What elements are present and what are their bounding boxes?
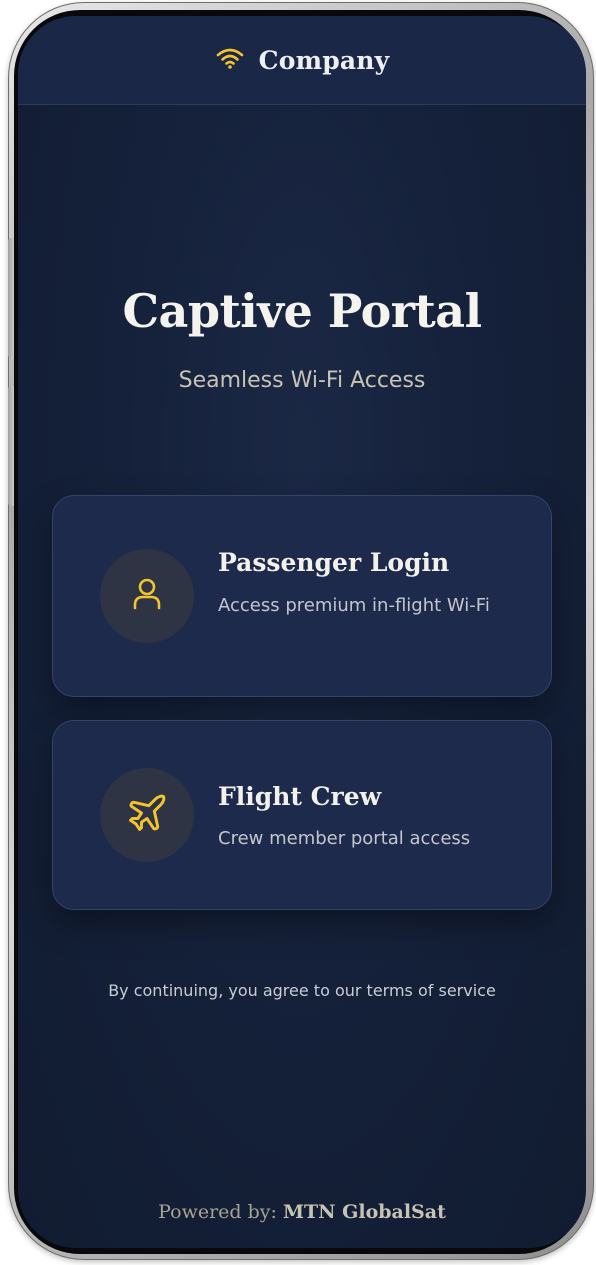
header-bar: Company <box>18 16 586 105</box>
flight-crew-card[interactable]: Flight Crew Crew member portal access <box>52 720 552 910</box>
flight-crew-title: Flight Crew <box>218 782 382 811</box>
powered-by-label: Powered by: <box>158 1201 277 1223</box>
powered-by: Powered by: MTN GlobalSat <box>18 1201 586 1223</box>
passenger-login-title: Passenger Login <box>218 548 450 577</box>
screen: Company Captive Portal Seamless Wi-Fi Ac… <box>18 16 586 1248</box>
passenger-login-description: Access premium in-flight Wi-Fi <box>218 595 490 616</box>
terms-notice: By continuing, you agree to our terms of… <box>108 981 496 1000</box>
passenger-login-card[interactable]: Passenger Login Access premium in-flight… <box>52 495 552 697</box>
page-subtitle: Seamless Wi-Fi Access <box>178 368 426 393</box>
crew-icon-circle <box>100 768 194 862</box>
wifi-icon <box>215 46 245 74</box>
airplane-icon <box>125 791 169 839</box>
passenger-icon-circle <box>100 549 194 643</box>
brand-name: Company <box>258 45 390 75</box>
provider-name: MTN GlobalSat <box>282 1201 446 1223</box>
user-icon <box>127 574 167 618</box>
flight-crew-description: Crew member portal access <box>218 828 471 849</box>
page-title: Captive Portal <box>122 284 482 338</box>
